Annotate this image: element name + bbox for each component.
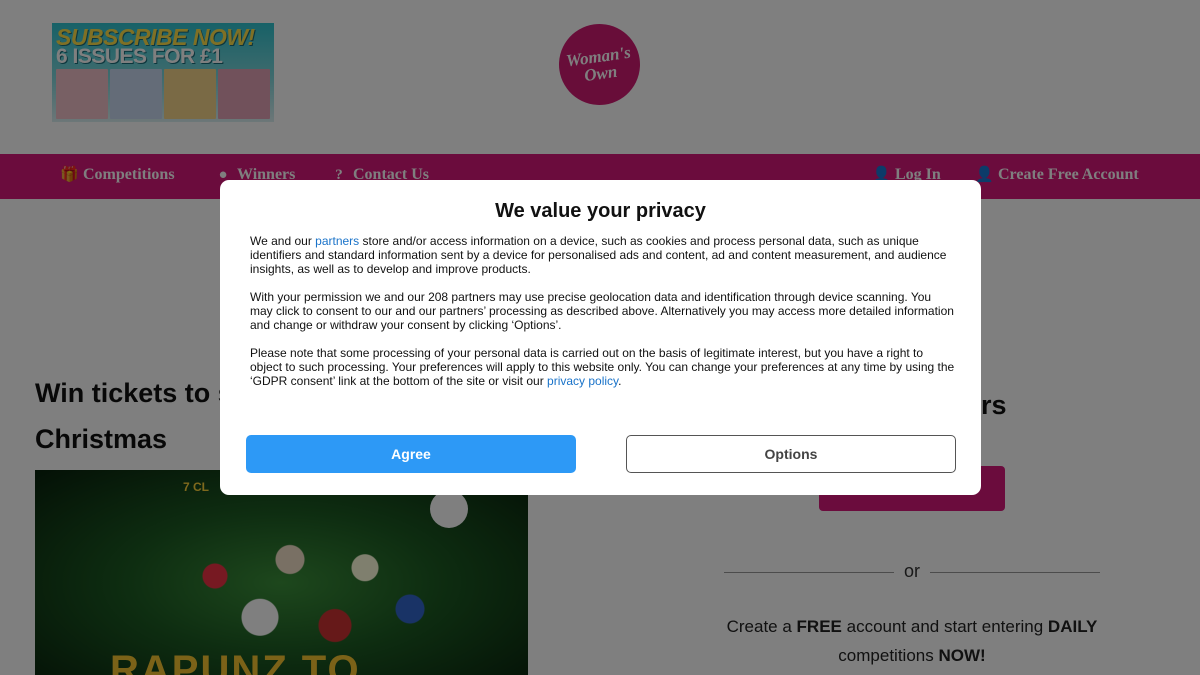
consent-text: . [618, 374, 622, 388]
privacy-policy-link[interactable]: privacy policy [547, 374, 618, 388]
partners-link[interactable]: partners [315, 234, 359, 248]
consent-paragraph-2: With your permission we and our 208 part… [250, 290, 954, 332]
consent-text: We and our [250, 234, 316, 248]
privacy-consent-dialog: We value your privacy We and our partner… [220, 180, 981, 495]
options-button[interactable]: Options [626, 435, 956, 473]
consent-title: We value your privacy [495, 200, 706, 222]
consent-body: We and our partners store and/or access … [250, 234, 955, 402]
agree-button[interactable]: Agree [246, 435, 576, 473]
consent-paragraph-1: We and our partners store and/or access … [250, 234, 955, 276]
consent-paragraph-3: Please note that some processing of your… [250, 346, 955, 388]
